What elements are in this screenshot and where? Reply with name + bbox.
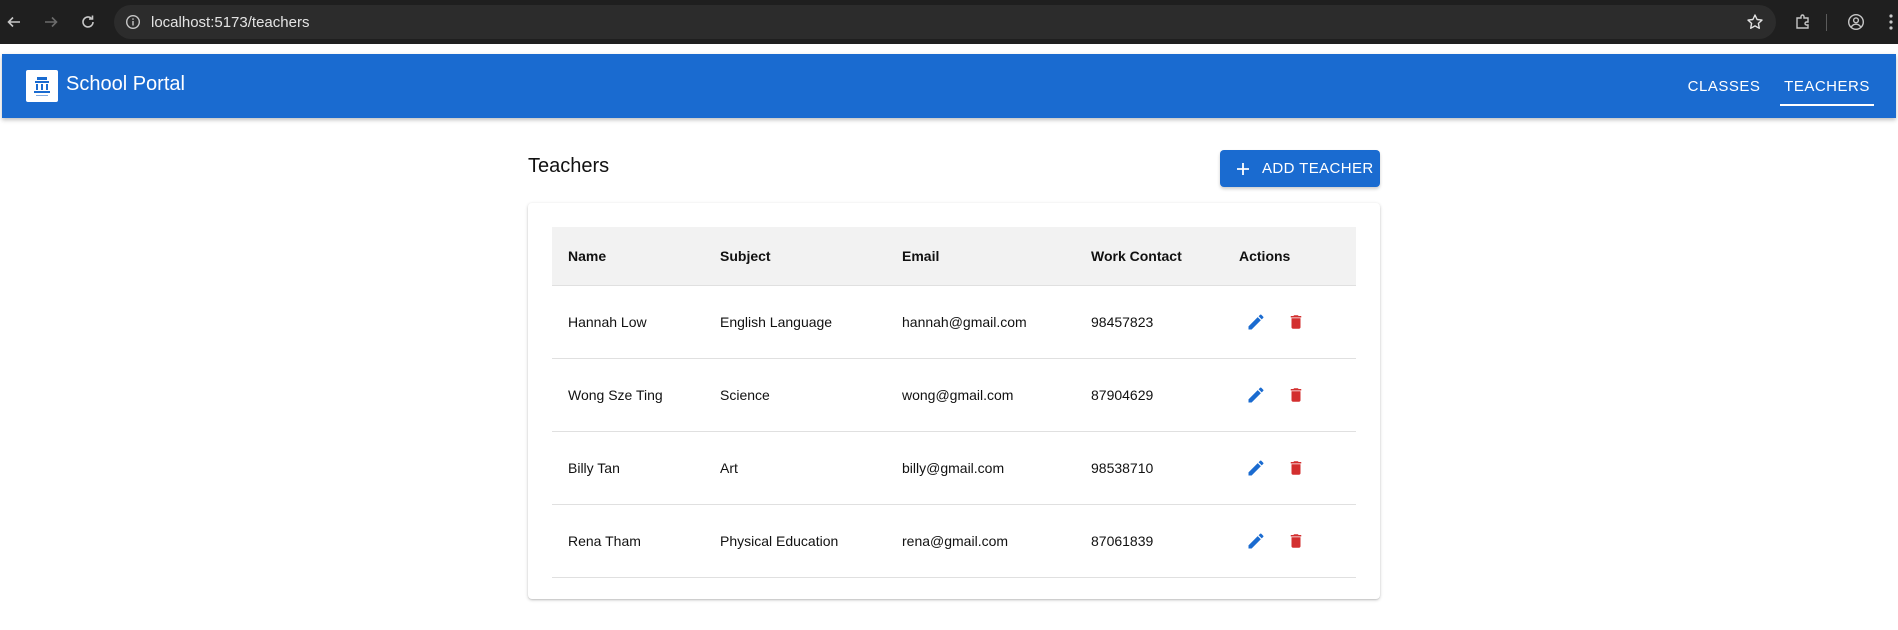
- pencil-icon[interactable]: [1246, 457, 1266, 479]
- table-header: Name Subject Email Work Contact Actions: [552, 227, 1356, 286]
- reload-icon[interactable]: [77, 11, 99, 33]
- table-row: Hannah Low English Language hannah@gmail…: [552, 286, 1356, 359]
- address-bar[interactable]: localhost:5173/teachers: [114, 5, 1776, 39]
- trash-icon[interactable]: [1286, 530, 1306, 552]
- teacher-subject: English Language: [720, 314, 833, 330]
- row-actions: [1246, 359, 1306, 431]
- teacher-contact: 98457823: [1091, 314, 1154, 330]
- profile-icon[interactable]: [1845, 11, 1867, 33]
- column-header-actions: Actions: [1239, 248, 1291, 264]
- trash-icon[interactable]: [1286, 384, 1306, 406]
- teacher-email: rena@gmail.com: [902, 533, 1009, 549]
- pencil-icon[interactable]: [1246, 384, 1266, 406]
- teacher-name: Rena Tham: [568, 533, 641, 549]
- pencil-icon[interactable]: [1246, 530, 1266, 552]
- plus-icon: [1234, 160, 1252, 178]
- teacher-contact: 87904629: [1091, 387, 1154, 403]
- add-teacher-label: ADD TEACHER: [1262, 160, 1374, 177]
- add-teacher-button[interactable]: ADD TEACHER: [1220, 150, 1380, 187]
- teacher-name: Wong Sze Ting: [568, 387, 663, 403]
- column-header-work-contact[interactable]: Work Contact: [1091, 227, 1182, 285]
- table-row: Billy Tan Art billy@gmail.com 98538710: [552, 432, 1356, 505]
- back-arrow-icon[interactable]: [3, 11, 25, 33]
- table-row: Wong Sze Ting Science wong@gmail.com 879…: [552, 359, 1356, 432]
- extensions-icon[interactable]: [1792, 11, 1814, 33]
- trash-icon[interactable]: [1286, 311, 1306, 333]
- url-text: localhost:5173/teachers: [151, 14, 310, 31]
- page-title: Teachers: [528, 155, 610, 177]
- teacher-contact: 87061839: [1091, 533, 1154, 549]
- teachers-table: Name Subject Email Work Contact Actions …: [552, 227, 1356, 578]
- menu-kebab-icon[interactable]: [1880, 11, 1898, 33]
- teacher-name: Billy Tan: [568, 460, 620, 476]
- teacher-name: Hannah Low: [568, 314, 647, 330]
- teacher-subject: Art: [720, 460, 738, 476]
- teacher-email: wong@gmail.com: [902, 387, 1014, 403]
- teacher-subject: Physical Education: [720, 533, 839, 549]
- bookmark-star-icon[interactable]: [1746, 13, 1764, 36]
- trash-icon[interactable]: [1286, 457, 1306, 479]
- forward-arrow-icon[interactable]: [40, 11, 62, 33]
- row-actions: [1246, 505, 1306, 577]
- column-header-name[interactable]: Name: [568, 227, 606, 285]
- teacher-subject: Science: [720, 387, 770, 403]
- column-header-subject[interactable]: Subject: [720, 227, 771, 285]
- page-top-strip: [0, 44, 1898, 54]
- row-actions: [1246, 286, 1306, 358]
- teacher-email: hannah@gmail.com: [902, 314, 1027, 330]
- teacher-contact: 98538710: [1091, 460, 1154, 476]
- column-header-email[interactable]: Email: [902, 227, 939, 285]
- nav-tab-classes[interactable]: CLASSES: [1668, 54, 1780, 118]
- school-logo[interactable]: [26, 70, 58, 102]
- app-bar: School Portal CLASSES TEACHERS: [2, 54, 1896, 118]
- row-actions: [1246, 432, 1306, 504]
- pencil-icon[interactable]: [1246, 311, 1266, 333]
- app-title[interactable]: School Portal: [66, 73, 185, 96]
- table-row: Rena Tham Physical Education rena@gmail.…: [552, 505, 1356, 578]
- teacher-email: billy@gmail.com: [902, 460, 1005, 476]
- teachers-table-card: Name Subject Email Work Contact Actions …: [528, 203, 1380, 599]
- nav-tab-teachers[interactable]: TEACHERS: [1780, 54, 1874, 118]
- site-info-icon[interactable]: [125, 14, 141, 35]
- browser-toolbar: localhost:5173/teachers: [0, 0, 1898, 44]
- toolbar-divider: [1826, 14, 1827, 31]
